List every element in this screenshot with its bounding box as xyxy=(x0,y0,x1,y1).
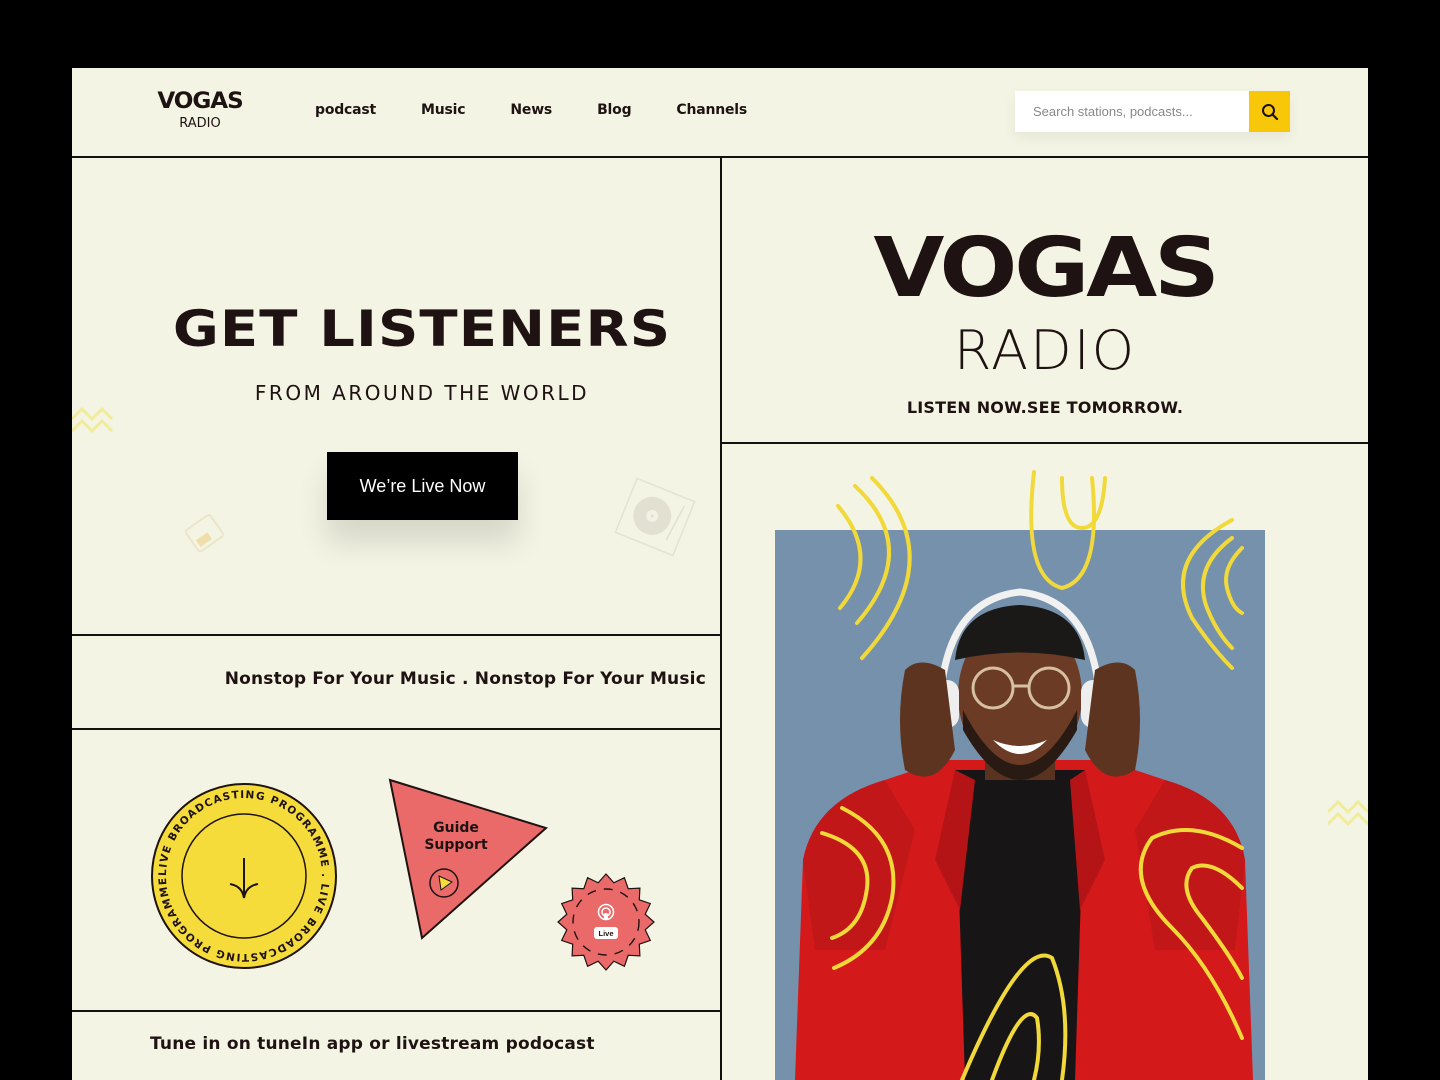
zigzag-icon xyxy=(1328,799,1368,827)
main-nav: podcast Music News Blog Channels xyxy=(315,102,792,118)
divider-badges xyxy=(72,1010,720,1012)
divider-hero xyxy=(72,634,720,636)
nav-link-blog[interactable]: Blog xyxy=(597,102,632,118)
guide-label: Guide xyxy=(433,820,479,836)
site-header: VOGAS RADIO podcast Music News Blog Chan… xyxy=(72,68,1368,158)
live-broadcast-badge[interactable]: LIVE BROADCASTING PROGRAMME . LIVE BROAD… xyxy=(150,782,338,970)
nav-link-channels[interactable]: Channels xyxy=(676,102,747,118)
divider-brand xyxy=(722,442,1368,444)
tunein-text: Tune in on tuneIn app or livestream podo… xyxy=(150,1034,595,1054)
search-icon xyxy=(1261,103,1278,120)
logo-title: VOGAS xyxy=(157,89,243,114)
search-input[interactable] xyxy=(1015,91,1249,132)
logo-subtitle: RADIO xyxy=(179,116,221,131)
support-label: Support xyxy=(424,837,488,853)
sound-wave-doodles xyxy=(820,470,1244,1080)
live-seal-badge[interactable]: Live xyxy=(556,872,656,972)
hero-subtitle: FROM AROUND THE WORLD xyxy=(254,381,590,405)
logo[interactable]: VOGAS RADIO xyxy=(150,90,250,132)
live-now-button[interactable]: We’re Live Now xyxy=(327,452,518,520)
zigzag-icon xyxy=(72,406,114,434)
page: VOGAS RADIO podcast Music News Blog Chan… xyxy=(72,68,1368,1080)
marquee-text: Nonstop For Your Music . Nonstop For You… xyxy=(224,669,706,689)
search-bar xyxy=(1015,91,1290,132)
brand-tagline: LISTEN NOW.SEE TOMORROW. xyxy=(906,398,1184,417)
nav-link-news[interactable]: News xyxy=(510,102,552,118)
guide-support-badge[interactable]: Guide Support xyxy=(386,776,556,946)
cassette-icon xyxy=(184,514,224,553)
live-label: Live xyxy=(598,929,613,938)
divider-marquee xyxy=(72,728,720,730)
brand-subtitle: RADIO xyxy=(953,319,1137,382)
nav-link-podcast[interactable]: podcast xyxy=(315,102,376,118)
brand-title: VOGAS xyxy=(873,221,1220,316)
search-button[interactable] xyxy=(1249,91,1290,132)
nav-link-music[interactable]: Music xyxy=(421,102,466,118)
turntable-icon xyxy=(614,477,696,557)
